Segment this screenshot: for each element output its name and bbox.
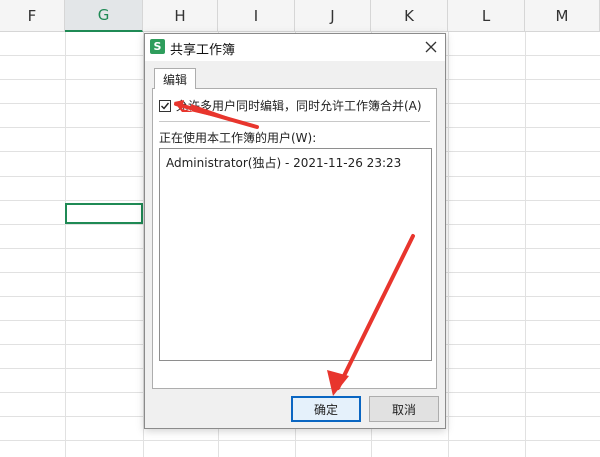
grid-line [0,440,600,441]
allow-multi-user-option[interactable]: 允许多用户同时编辑，同时允许工作簿合并(A) [159,97,422,114]
ok-button[interactable]: 确定 [291,396,361,422]
separator [159,121,430,122]
dialog-title: 共享工作簿 [170,43,236,58]
allow-multi-user-label[interactable]: 允许多用户同时编辑，同时允许工作簿合并(A) [176,97,422,114]
column-header-i[interactable]: I [218,0,295,32]
column-header-l[interactable]: L [448,0,525,32]
active-cell[interactable] [65,203,143,224]
tab-edit[interactable]: 编辑 [154,68,197,89]
users-list[interactable]: Administrator(独占) - 2021-11-26 23:23 [159,148,432,361]
list-item[interactable]: Administrator(独占) - 2021-11-26 23:23 [166,154,401,171]
column-header-j[interactable]: J [295,0,371,32]
column-header-m[interactable]: M [525,0,600,32]
close-button[interactable] [421,37,441,57]
dialog-titlebar[interactable]: S 共享工作簿 [145,34,445,61]
column-label: F [27,6,37,25]
grid-line [525,32,526,457]
column-header-g[interactable]: G [65,0,143,32]
column-label: G [97,6,110,24]
column-label: J [330,6,335,25]
column-label: I [253,6,259,25]
column-label: M [555,6,569,25]
users-list-label: 正在使用本工作簿的用户(W): [159,131,317,145]
share-workbook-dialog: S 共享工作簿 编辑 允许多用户同时编辑，同时允许工作簿合并(A) 正在使用本工… [144,33,446,429]
column-header-f[interactable]: F [0,0,65,32]
column-label: K [404,6,414,25]
grid-line [65,32,66,457]
column-header-k[interactable]: K [371,0,448,32]
tab-panel-edit: 允许多用户同时编辑，同时允许工作簿合并(A) 正在使用本工作簿的用户(W): A… [152,88,437,389]
column-label: L [481,6,491,25]
grid-line [448,32,449,457]
cancel-button[interactable]: 取消 [369,396,439,422]
app-icon-letter: S [153,40,162,53]
column-label: H [174,6,186,25]
wps-app-icon: S [150,39,165,54]
checkmark-icon [161,102,170,110]
column-header-h[interactable]: H [143,0,218,32]
close-icon [425,41,437,53]
allow-multi-user-checkbox[interactable] [159,99,171,112]
